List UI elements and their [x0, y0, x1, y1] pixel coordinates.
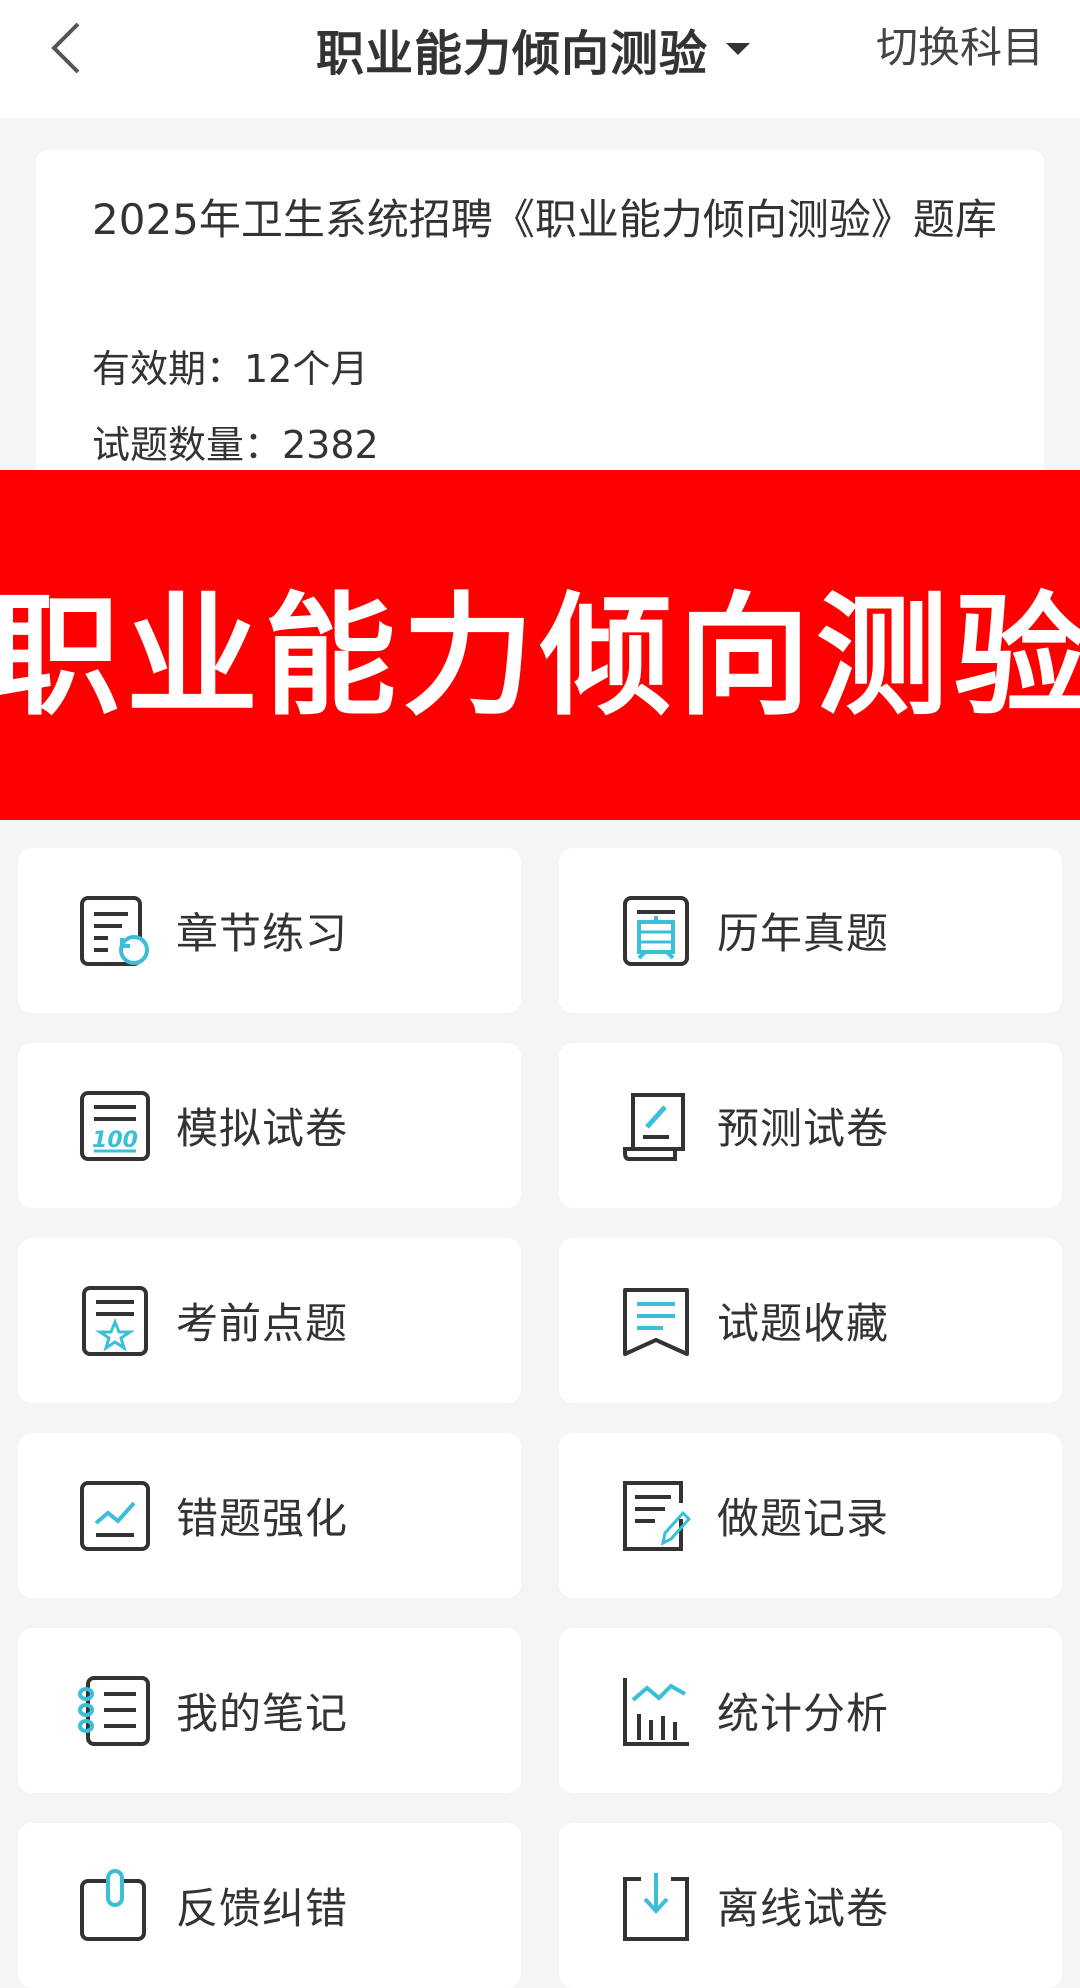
- forecast-paper-icon: [623, 1092, 685, 1161]
- question-bank-title: 2025年卫生系统招聘《职业能力倾向测验》题库: [92, 195, 997, 244]
- favorite-questions-icon: [623, 1287, 689, 1356]
- feature-grid: 章节练习 历年真题 100 模拟试卷 预测试卷 考前点题 试题收藏 错题强化 做…: [18, 848, 1062, 1988]
- statistics-button[interactable]: 统计分析: [559, 1628, 1062, 1793]
- wrong-questions-icon: [80, 1480, 150, 1551]
- switch-subject-button[interactable]: 切换科目: [876, 18, 1044, 78]
- subject-selector[interactable]: 职业能力倾向测验: [316, 14, 751, 84]
- favorite-questions-button[interactable]: 试题收藏: [559, 1238, 1062, 1403]
- question-count-text: 试题数量：2382: [92, 423, 379, 467]
- past-exam-label: 历年真题: [717, 909, 890, 958]
- notes-icon: [78, 1675, 150, 1746]
- chapter-practice-icon: [80, 895, 149, 966]
- statistics-icon: [623, 1677, 689, 1746]
- practice-record-button[interactable]: 做题记录: [559, 1433, 1062, 1598]
- top-bar: 职业能力倾向测验 切换科目: [0, 0, 1080, 118]
- mock-paper-icon: 100: [80, 1090, 150, 1161]
- feedback-label: 反馈纠错: [176, 1884, 349, 1933]
- offline-paper-button[interactable]: 离线试卷: [559, 1823, 1062, 1988]
- question-bank-info-card: 2025年卫生系统招聘《职业能力倾向测验》题库 有效期：12个月 试题数量：23…: [36, 150, 1044, 480]
- key-points-icon: [82, 1285, 148, 1356]
- mock-paper-button[interactable]: 100 模拟试卷: [18, 1043, 521, 1208]
- validity-text: 有效期：12个月: [92, 347, 369, 391]
- past-exam-icon: [623, 895, 689, 966]
- key-points-button[interactable]: 考前点题: [18, 1238, 521, 1403]
- feedback-icon: [80, 1868, 146, 1941]
- chapter-practice-button[interactable]: 章节练习: [18, 848, 521, 1013]
- page-title: 职业能力倾向测验: [316, 26, 709, 82]
- banner-text: 职业能力倾向测验: [0, 579, 1080, 734]
- practice-record-icon: [623, 1480, 692, 1551]
- practice-record-label: 做题记录: [717, 1494, 890, 1543]
- mock-paper-label: 模拟试卷: [176, 1104, 349, 1153]
- forecast-paper-button[interactable]: 预测试卷: [559, 1043, 1062, 1208]
- notes-label: 我的笔记: [176, 1689, 349, 1738]
- wrong-questions-button[interactable]: 错题强化: [18, 1433, 521, 1598]
- svg-text:100: 100: [92, 1128, 138, 1153]
- past-exam-button[interactable]: 历年真题: [559, 848, 1062, 1013]
- chevron-left-icon: [51, 22, 80, 74]
- feedback-button[interactable]: 反馈纠错: [18, 1823, 521, 1988]
- key-points-label: 考前点题: [176, 1299, 349, 1348]
- offline-paper-icon: [623, 1872, 689, 1941]
- chapter-practice-label: 章节练习: [176, 909, 349, 958]
- forecast-paper-label: 预测试卷: [717, 1104, 890, 1153]
- notes-button[interactable]: 我的笔记: [18, 1628, 521, 1793]
- subject-banner: 职业能力倾向测验: [0, 470, 1080, 820]
- back-button[interactable]: [40, 18, 100, 78]
- statistics-label: 统计分析: [717, 1689, 890, 1738]
- caret-down-icon: [726, 43, 751, 55]
- favorite-questions-label: 试题收藏: [717, 1299, 890, 1348]
- wrong-questions-label: 错题强化: [176, 1494, 349, 1543]
- offline-paper-label: 离线试卷: [717, 1884, 890, 1933]
